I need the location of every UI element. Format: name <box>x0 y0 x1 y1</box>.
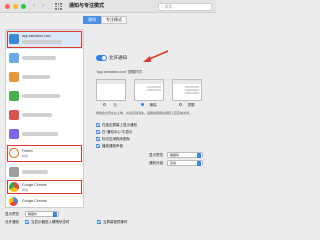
style-none-preview[interactable] <box>96 79 126 101</box>
tab-notifications[interactable]: 通知 <box>83 16 101 24</box>
style-banner-preview[interactable] <box>134 79 164 101</box>
notification-center-checkbox[interactable] <box>96 130 100 134</box>
mirroring-label: 当屏幕被镜像时 <box>103 220 128 224</box>
app-list-item[interactable] <box>6 49 83 68</box>
chrome-icon <box>9 197 18 206</box>
app-icon <box>9 72 19 82</box>
app-icon <box>9 91 19 101</box>
search-placeholder: 搜索 <box>164 4 173 9</box>
chevron-down-icon: ⌄ <box>197 153 201 158</box>
app-icon <box>9 129 19 139</box>
display-sleep-label: 当显示器进入睡眠状态时 <box>31 220 70 224</box>
close-window-button[interactable] <box>5 4 10 9</box>
app-icon <box>9 167 19 177</box>
app-name-placeholder <box>22 132 58 136</box>
sound-label: 播放通知声音 <box>102 144 123 148</box>
search-field[interactable]: ⌕ 搜索 <box>158 3 212 11</box>
notification-center-label: 在"通知中心"中显示 <box>102 130 133 134</box>
tab-bar: 通知 专注模式 <box>83 16 127 24</box>
allow-notifications-toggle[interactable] <box>96 55 107 61</box>
app-name-placeholder <box>22 94 60 98</box>
preview-label: 显示预览 <box>149 153 163 157</box>
grouping-select[interactable]: 自动 ⌄ <box>167 160 203 166</box>
back-button[interactable]: ‹ <box>33 3 35 10</box>
chevron-down-icon: ⌄ <box>53 212 57 217</box>
preview-select-value: 解锁时 <box>170 153 180 157</box>
mirroring-checkbox[interactable] <box>97 220 101 224</box>
app-name: Google Chrome <box>22 199 47 203</box>
grouping-label: 通知分组 <box>149 161 163 165</box>
badge-label: 标记应用程序图标 <box>102 137 130 141</box>
app-list-item[interactable]: Google Chrome <box>6 195 83 207</box>
style-alert-preview[interactable] <box>172 79 202 101</box>
window-title: 通知与专注模式 <box>69 3 105 9</box>
app-list-item[interactable] <box>6 106 83 125</box>
forward-button[interactable]: › <box>42 3 44 10</box>
style-description: 横幅会出现在右上角，并会自动消失。提醒会保留在屏幕上直至被关闭。 <box>96 111 193 115</box>
alert-style-label: "app.asmotion.com" 提醒样式: <box>96 70 144 74</box>
display-sleep-checkbox[interactable] <box>25 220 29 224</box>
app-list-item[interactable] <box>6 87 83 106</box>
preview-select[interactable]: 解锁时 ⌄ <box>167 152 203 158</box>
lock-screen-checkbox[interactable] <box>96 123 100 127</box>
allow-notifications-label: 允许通知 <box>109 55 127 60</box>
highlight-box <box>7 31 82 48</box>
window-controls <box>5 4 26 9</box>
style-none-label: 无 <box>113 103 117 107</box>
grouping-select-value: 自动 <box>170 161 177 165</box>
app-list-item[interactable] <box>6 125 83 144</box>
show-preview-label: 显示预览 <box>5 212 19 216</box>
app-icon <box>9 53 19 63</box>
allow-notifications-bottom-label: 允许通知 <box>5 220 19 224</box>
app-icon <box>9 110 19 120</box>
app-name-placeholder <box>22 170 48 174</box>
sound-checkbox[interactable] <box>96 144 100 148</box>
show-preview-select[interactable]: 解锁时 ⌄ <box>25 211 59 217</box>
lock-screen-label: 在锁定屏幕上显示通知 <box>102 123 137 127</box>
tab-focus[interactable]: 专注模式 <box>101 16 127 24</box>
minimize-window-button[interactable] <box>13 4 18 9</box>
show-preview-select-value: 解锁时 <box>28 212 38 216</box>
zoom-window-button[interactable] <box>21 4 26 9</box>
app-list-item[interactable] <box>6 68 83 87</box>
red-arrow-icon <box>143 50 169 62</box>
style-banner-label: 横幅 <box>149 103 157 107</box>
notification-settings-panel: 允许通知 "app.asmotion.com" 提醒样式: 无 横幅 提醒 横幅… <box>89 27 211 208</box>
chevron-down-icon: ⌄ <box>197 161 201 166</box>
badge-checkbox[interactable] <box>96 137 100 141</box>
app-name-placeholder <box>22 75 50 79</box>
title-bar: ‹ › 通知与专注模式 ⌕ 搜索 <box>0 0 216 13</box>
app-name-placeholder <box>22 56 56 60</box>
show-all-grid-icon[interactable] <box>55 3 62 10</box>
bottom-settings: 显示预览 解锁时 ⌄ 允许通知 当显示器进入睡眠状态时 当屏幕被镜像时 <box>5 211 211 233</box>
app-name-placeholder <box>22 113 52 117</box>
app-list[interactable]: app.asmotion.com Firefox 横幅 Google Chrom… <box>5 29 84 208</box>
highlight-box <box>7 180 82 194</box>
style-alert-label: 提醒 <box>187 103 195 107</box>
highlight-box <box>7 145 82 162</box>
